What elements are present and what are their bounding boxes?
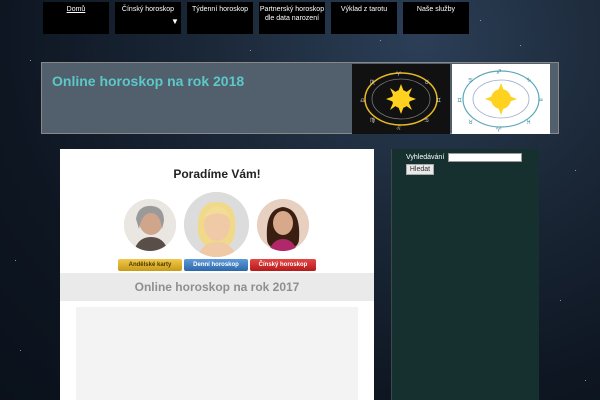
svg-text:♐: ♐ [496,69,501,76]
zodiac-wheel-dark-image: ♈ ♉ ♊ ♋ ♌ ♍ ♎ ♏ [352,64,450,134]
search-label: Vyhledávání [406,154,445,161]
svg-text:♓: ♓ [526,119,531,126]
svg-text:♎: ♎ [360,97,365,104]
advisor-avatar-1[interactable] [124,199,176,251]
zodiac-wheel-light-image: ♐ ♑ ♒ ♓ ♈ ♉ ♊ ♋ [452,64,550,134]
svg-text:♉: ♉ [468,119,473,126]
svg-text:♋: ♋ [424,117,429,124]
nav-item-vyklad-z-tarotu[interactable]: Výklad z tarotu [331,2,397,34]
svg-text:♑: ♑ [526,77,531,84]
content-subheading: Online horoskop na rok 2017 [60,273,374,301]
daily-horoscope-button[interactable]: Denní horoskop [184,259,248,271]
sidebar: Vyhledávání Hledat [391,149,539,400]
top-nav: Domů Čínský horoskop ▼ Týdenní horoskop P… [43,2,469,36]
advisor-avatar-2[interactable] [184,192,249,257]
nav-item-domu[interactable]: Domů [43,2,109,34]
advisor-avatar-3[interactable] [257,199,309,251]
svg-text:♉: ♉ [424,79,429,86]
nav-item-tydenni-horoskop[interactable]: Týdenní horoskop [187,2,253,34]
svg-text:♋: ♋ [468,77,473,84]
main-content: Poradíme Vám! Andělské karty Denní horos… [60,149,374,400]
nav-item-cinsky-horoskop[interactable]: Čínský horoskop ▼ [115,2,181,34]
svg-text:♍: ♍ [370,117,375,124]
angel-cards-button[interactable]: Andělské karty [118,259,182,271]
svg-text:♏: ♏ [370,79,376,86]
svg-text:♊: ♊ [436,97,441,104]
banner-title[interactable]: Online horoskop na rok 2018 [52,73,244,89]
svg-text:♊: ♊ [457,97,462,104]
nav-item-nase-sluzby[interactable]: Naše služby [403,2,469,34]
svg-text:♒: ♒ [538,97,543,104]
search-input[interactable] [448,153,522,162]
svg-text:♈: ♈ [496,127,502,134]
nav-item-partnersky-horoskop[interactable]: Partnerský horoskop dle data narození [259,2,325,34]
svg-text:♈: ♈ [396,71,402,78]
search-button[interactable]: Hledat [406,164,434,175]
site-banner: Online horoskop na rok 2018 ♈ ♉ ♊ ♋ ♌ ♍ ♎ ♏ [41,62,559,134]
chinese-horoscope-button[interactable]: Čínský horoskop [250,259,316,271]
dropdown-arrow-icon: ▼ [171,17,179,26]
advice-heading: Poradíme Vám! [173,167,261,181]
content-area [76,307,358,400]
svg-text:♌: ♌ [396,125,401,132]
